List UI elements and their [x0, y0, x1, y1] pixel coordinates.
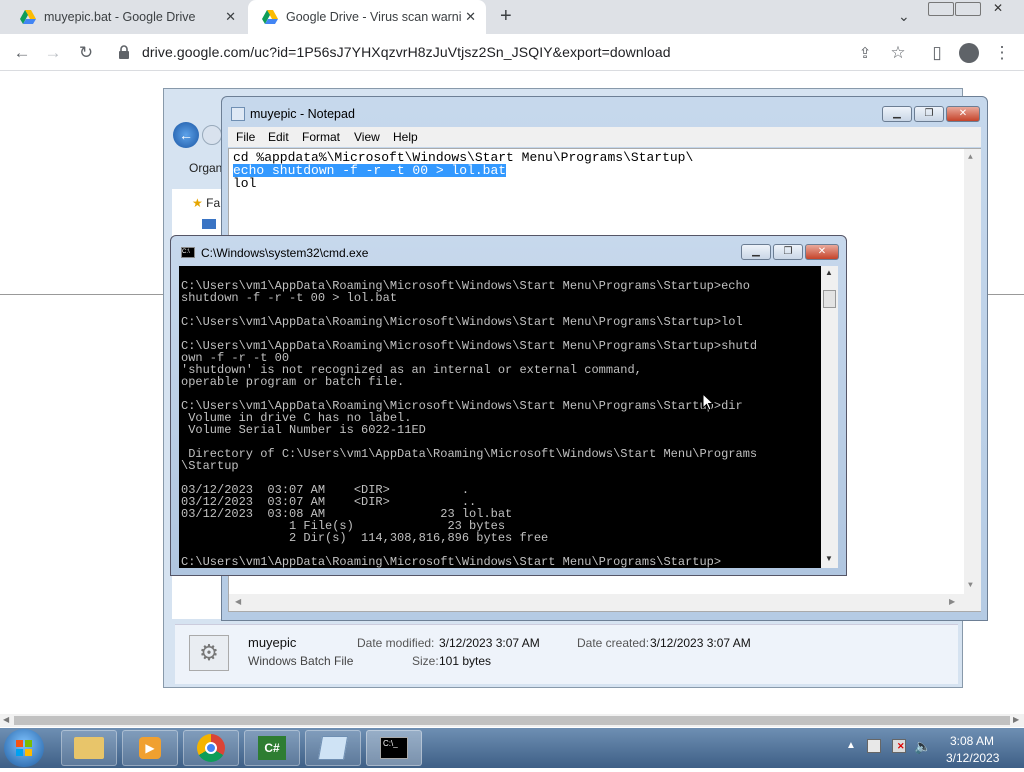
clock-time[interactable]: 3:08 AM: [950, 734, 994, 748]
show-hidden-icons[interactable]: ▲: [846, 740, 856, 751]
file-name: muyepic: [248, 635, 297, 650]
folder-icon: [74, 737, 104, 759]
back-icon[interactable]: ←: [173, 122, 199, 148]
minimize-window-button[interactable]: [928, 2, 954, 16]
minimize-button[interactable]: ▁: [741, 244, 771, 260]
size-value: 101 bytes: [439, 654, 492, 668]
taskbar-cmd[interactable]: C:\_: [366, 730, 422, 766]
cmd-icon: C:\_: [380, 737, 408, 759]
date-modified-label: Date modified:: [357, 636, 435, 650]
cmd-title: C:\Windows\system32\cmd.exe: [201, 246, 369, 260]
lock-icon[interactable]: [118, 45, 130, 59]
google-drive-icon: [262, 10, 278, 24]
mouse-cursor-icon: [702, 393, 714, 411]
maximize-button[interactable]: ❐: [773, 244, 803, 260]
close-button[interactable]: ✕: [805, 244, 839, 260]
console-text: C:\Users\vm1\AppData\Roaming\Microsoft\W…: [181, 279, 758, 568]
scroll-thumb[interactable]: [14, 716, 1010, 725]
menu-help[interactable]: Help: [393, 130, 418, 144]
cmd-icon: C:\: [181, 247, 195, 258]
network-icon[interactable]: ✕: [892, 739, 906, 753]
console-output[interactable]: C:\Users\vm1\AppData\Roaming\Microsoft\W…: [179, 266, 821, 568]
scroll-left-icon[interactable]: ◀: [235, 597, 241, 607]
notepad-icon: [231, 107, 245, 121]
favorites-label[interactable]: ★ Fa: [192, 196, 220, 210]
clock-date[interactable]: 3/12/2023: [946, 751, 999, 765]
restore-window-button[interactable]: [955, 2, 981, 16]
menu-edit[interactable]: Edit: [268, 130, 289, 144]
star-icon: ★: [192, 196, 203, 210]
scroll-up-icon[interactable]: ▲: [825, 268, 833, 277]
csharp-icon: C#: [258, 736, 286, 760]
forward-icon[interactable]: [202, 125, 222, 145]
close-tab-icon[interactable]: ✕: [225, 9, 236, 25]
tab-strip: muyepic.bat - Google Drive ✕ Google Driv…: [0, 0, 1024, 34]
taskbar-explorer[interactable]: [61, 730, 117, 766]
scroll-thumb[interactable]: [823, 290, 836, 308]
windows-logo-icon: [16, 740, 32, 756]
new-tab-button[interactable]: +: [500, 5, 512, 28]
scroll-up-icon[interactable]: ▲: [968, 153, 973, 162]
forward-icon[interactable]: →: [40, 40, 66, 66]
date-created-value: 3/12/2023 3:07 AM: [650, 636, 751, 650]
text-line-selected: echo shutdown -f -r -t 00 > lol.bat: [233, 163, 507, 178]
close-window-button[interactable]: ✕: [982, 1, 1014, 16]
tab-search-icon[interactable]: ⌄: [898, 8, 910, 25]
organize-menu[interactable]: Organ: [189, 161, 222, 175]
tab-virus-scan[interactable]: Google Drive - Virus scan warnin ✕: [248, 0, 486, 34]
date-created-label: Date created:: [577, 636, 650, 650]
vertical-scrollbar[interactable]: ▲ ▼: [821, 266, 838, 568]
address-bar[interactable]: drive.google.com/uc?id=1P56sJ7YHXqzvrH8z…: [142, 44, 671, 60]
menu-file[interactable]: File: [236, 130, 255, 144]
close-tab-icon[interactable]: ✕: [465, 9, 476, 25]
notepad-icon: [317, 736, 349, 760]
menu-icon[interactable]: ⋮: [989, 40, 1015, 66]
maximize-button[interactable]: ❐: [914, 106, 944, 122]
taskbar-media-player[interactable]: ▶: [122, 730, 178, 766]
taskbar: ▶ C# C:\_ ▲ ✕ 🔈 3:08 AM 3/12/2023: [0, 728, 1024, 768]
page-horizontal-scrollbar[interactable]: ◀ ▶: [0, 714, 1024, 727]
details-pane: ⚙ muyepic Windows Batch File Date modifi…: [175, 624, 958, 684]
notepad-title: muyepic - Notepad: [250, 107, 355, 121]
minimize-button[interactable]: ▁: [882, 106, 912, 122]
chrome-icon: [197, 734, 225, 762]
action-center-icon[interactable]: [867, 739, 881, 753]
media-player-icon: ▶: [139, 737, 161, 759]
scroll-down-icon[interactable]: ▼: [825, 554, 833, 563]
date-modified-value: 3/12/2023 3:07 AM: [439, 636, 540, 650]
share-icon[interactable]: ⇪: [852, 40, 878, 66]
taskbar-notepad[interactable]: [305, 730, 361, 766]
profile-avatar[interactable]: [956, 40, 982, 66]
scroll-right-icon[interactable]: ▶: [949, 597, 955, 607]
taskbar-csharp[interactable]: C#: [244, 730, 300, 766]
batch-file-icon: ⚙: [189, 635, 229, 671]
scroll-down-icon[interactable]: ▼: [968, 581, 973, 590]
scroll-left-icon[interactable]: ◀: [3, 715, 9, 724]
menu-format[interactable]: Format: [302, 130, 340, 144]
google-drive-icon: [20, 10, 36, 24]
start-button[interactable]: [4, 729, 44, 767]
horizontal-scrollbar[interactable]: ◀ ▶: [229, 594, 964, 611]
scroll-right-icon[interactable]: ▶: [1013, 715, 1019, 724]
reload-icon[interactable]: ↻: [73, 40, 99, 66]
side-panel-icon[interactable]: ▯: [924, 40, 950, 66]
file-type: Windows Batch File: [248, 654, 354, 668]
menu-bar: File Edit Format View Help: [228, 127, 981, 147]
taskbar-chrome[interactable]: [183, 730, 239, 766]
close-button[interactable]: ✕: [946, 106, 980, 122]
size-label: Size:: [412, 654, 439, 668]
bookmark-star-icon[interactable]: ☆: [885, 40, 911, 66]
vertical-scrollbar[interactable]: ▲ ▼: [964, 149, 981, 611]
back-icon[interactable]: ←: [9, 40, 35, 66]
cmd-window: C:\ C:\Windows\system32\cmd.exe ▁ ❐ ✕ C:…: [170, 235, 847, 576]
browser-toolbar: ← → ↻ drive.google.com/uc?id=1P56sJ7YHXq…: [0, 34, 1024, 71]
tab-drive-file[interactable]: muyepic.bat - Google Drive ✕: [6, 0, 246, 34]
volume-icon[interactable]: 🔈: [914, 738, 931, 755]
text-line: lol: [233, 176, 257, 191]
menu-view[interactable]: View: [354, 130, 380, 144]
desktop-icon[interactable]: [202, 219, 216, 229]
